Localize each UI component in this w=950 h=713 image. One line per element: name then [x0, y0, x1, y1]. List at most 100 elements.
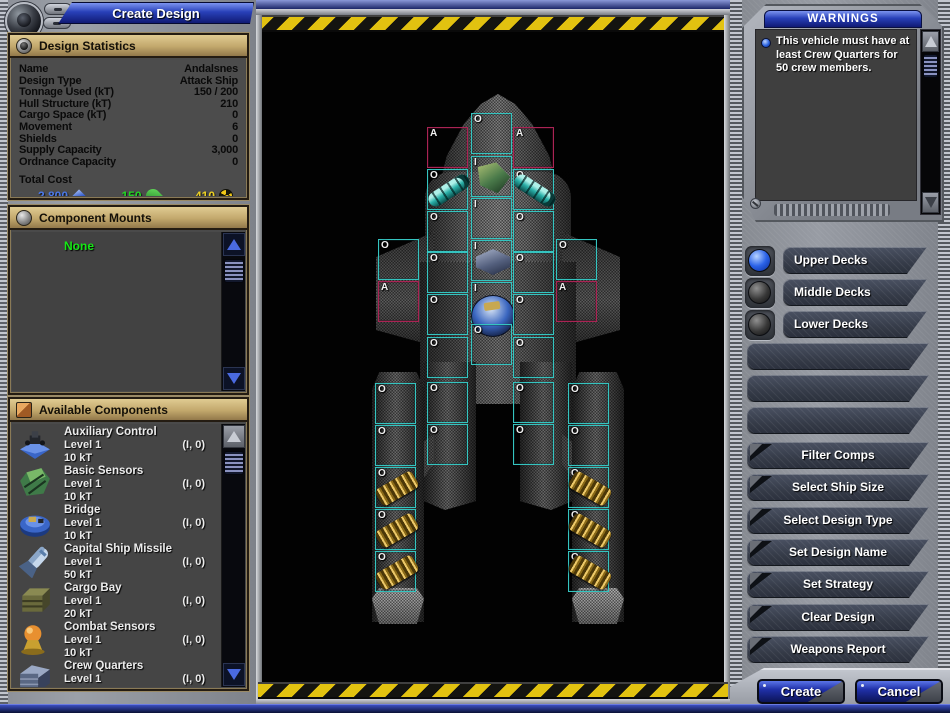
ship-slot-i[interactable]: I: [471, 240, 512, 281]
button-set-strategy[interactable]: Set Strategy: [747, 571, 929, 598]
button-select-ship-size[interactable]: Select Ship Size: [747, 474, 929, 501]
component-item-capital-ship-missile[interactable]: Capital Ship MissileLevel 150 kT(I, 0): [12, 542, 217, 581]
ship-slot-o[interactable]: O: [427, 337, 468, 378]
component-name: Crew Quarters: [64, 660, 143, 673]
ship-slot-o[interactable]: O: [427, 211, 468, 252]
component-mounts-header: Component Mounts: [10, 207, 247, 230]
ship-slot-o[interactable]: O: [513, 252, 554, 293]
button-select-design-type[interactable]: Select Design Type: [747, 507, 929, 534]
ship-slot-a[interactable]: A: [556, 281, 597, 322]
deck-radio-lower[interactable]: [745, 310, 775, 340]
component-item-bridge[interactable]: BridgeLevel 110 kT(I, 0): [12, 503, 217, 542]
scroll-up-icon[interactable]: [223, 425, 245, 448]
ship-slot-o[interactable]: O: [513, 424, 554, 465]
ship-slot-o[interactable]: O: [427, 169, 468, 210]
button-filter-comps[interactable]: Filter Comps: [747, 442, 929, 469]
design-statistics-panel: Design Statistics NameAndalsnesDesign Ty…: [8, 33, 249, 200]
ship-slot-i[interactable]: I: [471, 282, 512, 323]
warnings-scrollbar[interactable]: [920, 29, 941, 215]
scroll-thumb[interactable]: [224, 451, 244, 475]
ship-hull-endcap-left: [372, 588, 424, 624]
ship-slot-o[interactable]: O: [375, 467, 416, 508]
slot-letter: I: [474, 157, 477, 168]
stat-label: Movement: [19, 122, 72, 134]
placed-engine-r-component: [567, 512, 613, 549]
button-empty-slot-3[interactable]: [747, 407, 929, 434]
ship-slot-o[interactable]: O: [568, 467, 609, 508]
ship-slot-o[interactable]: O: [556, 239, 597, 280]
cost-amount: 2,800: [38, 189, 68, 196]
scroll-thumb[interactable]: [224, 259, 244, 283]
component-stats: (I, 0): [182, 478, 205, 490]
ship-slot-o[interactable]: O: [427, 382, 468, 423]
ship-slot-o[interactable]: O: [375, 425, 416, 466]
ship-slot-o[interactable]: O: [513, 294, 554, 335]
ship-slot-o[interactable]: O: [375, 383, 416, 424]
ship-slot-o[interactable]: O: [513, 337, 554, 378]
warnings-title: WARNINGS: [764, 10, 922, 28]
scroll-up-icon[interactable]: [223, 233, 245, 256]
ship-slot-o[interactable]: O: [375, 551, 416, 592]
button-set-design-name[interactable]: Set Design Name: [747, 539, 929, 566]
component-item-crew-quarters[interactable]: Crew QuartersLevel 110 kT(I, 0): [12, 659, 217, 687]
component-level: Level 1: [64, 556, 172, 569]
placed-control-component: [476, 249, 510, 275]
ship-slot-o[interactable]: O: [513, 211, 554, 252]
scroll-up-icon[interactable]: [922, 31, 939, 52]
ship-slot-o[interactable]: O: [568, 425, 609, 466]
component-level: Level 1: [64, 673, 143, 686]
ship-slot-o[interactable]: O: [471, 113, 512, 154]
components-scrollbar[interactable]: [221, 424, 245, 687]
button-middle-decks[interactable]: Middle Decks: [783, 279, 927, 306]
ship-slot-o[interactable]: O: [378, 239, 419, 280]
ship-slot-o[interactable]: O: [568, 383, 609, 424]
slot-letter: O: [516, 253, 524, 264]
total-cost-label: Total Cost: [12, 168, 245, 186]
button-empty-slot-1[interactable]: [747, 343, 929, 370]
ship-slot-a[interactable]: A: [378, 281, 419, 322]
ship-slot-i[interactable]: I: [471, 198, 512, 239]
scroll-down-icon[interactable]: [223, 367, 245, 390]
slot-letter: O: [381, 240, 389, 251]
ship-slot-o[interactable]: O: [471, 324, 512, 365]
ship-slot-o[interactable]: O: [513, 169, 554, 210]
component-size: 10 kT: [64, 491, 143, 504]
screw-icon: [750, 198, 761, 209]
ship-slot-o[interactable]: O: [427, 252, 468, 293]
component-item-basic-sensors[interactable]: Basic SensorsLevel 110 kT(I, 0): [12, 464, 217, 503]
button-empty-slot-2[interactable]: [747, 375, 929, 402]
ship-slot-o[interactable]: O: [427, 424, 468, 465]
component-size: 20 kT: [64, 608, 122, 621]
button-weapons-report[interactable]: Weapons Report: [747, 636, 929, 663]
ship-hull-endcap-right: [572, 588, 624, 624]
button-create[interactable]: Create: [757, 679, 845, 704]
component-item-combat-sensors[interactable]: Combat SensorsLevel 110 kT(I, 0): [12, 620, 217, 659]
ship-slot-o[interactable]: O: [568, 509, 609, 550]
component-item-cargo-bay[interactable]: Cargo BayLevel 120 kT(I, 0): [12, 581, 217, 620]
button-cancel[interactable]: Cancel: [855, 679, 943, 704]
component-stats: (I, 0): [182, 517, 205, 529]
ship-slot-o[interactable]: O: [375, 509, 416, 550]
deck-radio-upper[interactable]: [745, 246, 775, 276]
component-level: Level 1: [64, 634, 155, 647]
deck-layout-field[interactable]: OAAIOOIOOOOIOOAAIOOOOOOOOOOOOOOOOOOO: [262, 32, 724, 682]
stat-value: Andalsnes: [184, 64, 238, 76]
component-size: 10 kT: [64, 452, 157, 465]
button-upper-decks[interactable]: Upper Decks: [783, 247, 927, 274]
ship-slot-o[interactable]: O: [427, 294, 468, 335]
scroll-down-icon[interactable]: [922, 192, 939, 213]
slot-letter: O: [571, 426, 579, 437]
mounts-scrollbar[interactable]: [221, 232, 245, 391]
scroll-down-icon[interactable]: [223, 663, 245, 686]
ship-slot-o[interactable]: O: [568, 551, 609, 592]
ship-slot-a[interactable]: A: [513, 127, 554, 168]
button-clear-design[interactable]: Clear Design: [747, 604, 929, 631]
scroll-thumb[interactable]: [923, 54, 938, 78]
ship-slot-a[interactable]: A: [427, 127, 468, 168]
button-lower-decks[interactable]: Lower Decks: [783, 311, 927, 338]
deck-radio-middle[interactable]: [745, 278, 775, 308]
ship-slot-o[interactable]: O: [513, 382, 554, 423]
component-name: Auxiliary Control: [64, 426, 157, 439]
component-item-auxiliary-control[interactable]: Auxiliary ControlLevel 110 kT(I, 0): [12, 425, 217, 464]
ship-slot-i[interactable]: I: [471, 156, 512, 197]
